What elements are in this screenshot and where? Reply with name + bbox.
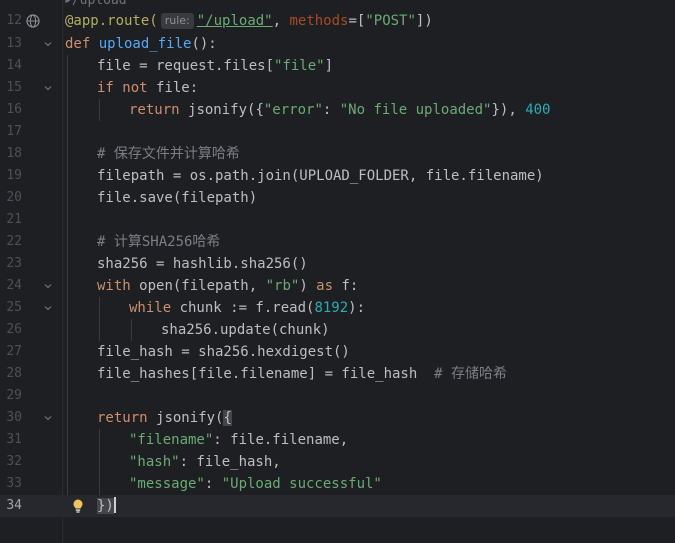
breadcrumb-text: ▸/upload [64, 0, 127, 8]
code-line-30[interactable]: 30 return jsonify({ [0, 407, 675, 429]
line-number: 15 [6, 80, 22, 95]
line-number: 29 [6, 388, 22, 403]
code-line-33[interactable]: 33 "message": "Upload successful" [0, 473, 675, 495]
code-line-29[interactable]: 29 [0, 385, 675, 407]
code-text: file_hashes[file.filename] = file_hash #… [97, 366, 508, 382]
line-number: 18 [6, 146, 22, 161]
line-number: 34 [6, 498, 22, 513]
code-line-24[interactable]: 24 with open(filepath, "rb") as f: [0, 275, 675, 297]
code-line-17[interactable]: 17 [0, 121, 675, 143]
line-number: 25 [6, 300, 22, 315]
line-number: 28 [6, 366, 22, 381]
code-line-23[interactable]: 23 sha256 = hashlib.sha256() [0, 253, 675, 275]
code-text: def upload_file(): [65, 36, 217, 52]
code-line-18[interactable]: 18 # 保存文件并计算哈希 [0, 143, 675, 165]
code-text: file.save(filepath) [97, 190, 258, 206]
code-line-19[interactable]: 19 filepath = os.path.join(UPLOAD_FOLDER… [0, 165, 675, 187]
chevron-down-icon[interactable] [44, 40, 52, 47]
chevron-down-icon[interactable] [44, 414, 52, 421]
code-text: filepath = os.path.join(UPLOAD_FOLDER, f… [97, 168, 544, 184]
code-line-26[interactable]: 26 sha256.update(chunk) [0, 319, 675, 341]
code-text: file = request.files["file"] [97, 58, 334, 74]
parameter-hint: rule: [160, 13, 194, 29]
line-number: 14 [6, 58, 22, 73]
code-line-22[interactable]: 22 # 计算SHA256哈希 [0, 231, 675, 253]
code-line-14[interactable]: 14 file = request.files["file"] [0, 55, 675, 77]
matched-brace: }) [97, 498, 114, 514]
line-number: 24 [6, 278, 22, 293]
line-number: 32 [6, 454, 22, 469]
line-number: 21 [6, 212, 22, 227]
code-text: # 保存文件并计算哈希 [97, 146, 240, 162]
code-line-25[interactable]: 25 while chunk := f.read(8192): [0, 297, 675, 319]
code-text: @app.route(rule: "/upload", methods=["POS… [65, 13, 433, 29]
text-caret [113, 497, 116, 513]
line-number: 19 [6, 168, 22, 183]
code-text: }) [97, 495, 116, 517]
line-number: 26 [6, 322, 22, 337]
code-line-21[interactable]: 21 [0, 209, 675, 231]
code-text: "hash": file_hash, [129, 454, 281, 470]
line-number: 23 [6, 256, 22, 271]
code-line-27[interactable]: 27 file_hash = sha256.hexdigest() [0, 341, 675, 363]
code-text: "message": "Upload successful" [129, 476, 382, 492]
code-line-13[interactable]: 13 def upload_file(): [0, 33, 675, 55]
line-number: 13 [6, 36, 22, 51]
code-line-12[interactable]: 12 @app.route(rule: "/upload", methods=["… [0, 10, 675, 32]
line-number: 20 [6, 190, 22, 205]
code-line-32[interactable]: 32 "hash": file_hash, [0, 451, 675, 473]
line-number: 31 [6, 432, 22, 447]
line-number: 12 [6, 13, 22, 28]
code-text: "filename": file.filename, [129, 432, 349, 448]
code-editor[interactable]: ▸/upload 12 @app.route(rule: "/upload", m… [0, 0, 675, 543]
chevron-down-icon[interactable] [44, 282, 52, 289]
code-text: while chunk := f.read(8192): [129, 300, 366, 316]
chevron-down-icon[interactable] [44, 84, 52, 91]
globe-icon[interactable] [26, 14, 40, 28]
code-line-15[interactable]: 15 if not file: [0, 77, 675, 99]
code-text: if not file: [97, 80, 199, 96]
line-number: 22 [6, 234, 22, 249]
line-number: 30 [6, 410, 22, 425]
code-text: return jsonify({ [97, 410, 232, 426]
lightbulb-icon[interactable] [71, 498, 85, 514]
code-text: sha256.update(chunk) [161, 322, 330, 338]
code-text: return jsonify({"error": "No file upload… [129, 102, 551, 118]
matched-brace: { [223, 410, 232, 426]
code-text: with open(filepath, "rb") as f: [97, 278, 359, 294]
line-number: 27 [6, 344, 22, 359]
code-text: # 计算SHA256哈希 [97, 234, 221, 250]
code-line-31[interactable]: 31 "filename": file.filename, [0, 429, 675, 451]
code-line-16[interactable]: 16 return jsonify({"error": "No file upl… [0, 99, 675, 121]
chevron-down-icon[interactable] [44, 304, 52, 311]
code-line-34[interactable]: 34 }) [0, 495, 675, 517]
code-text: file_hash = sha256.hexdigest() [97, 344, 350, 360]
line-number: 17 [6, 124, 22, 139]
code-text: sha256 = hashlib.sha256() [97, 256, 308, 272]
code-line-28[interactable]: 28 file_hashes[file.filename] = file_has… [0, 363, 675, 385]
line-number: 33 [6, 476, 22, 491]
code-line-20[interactable]: 20 file.save(filepath) [0, 187, 675, 209]
line-number: 16 [6, 102, 22, 117]
